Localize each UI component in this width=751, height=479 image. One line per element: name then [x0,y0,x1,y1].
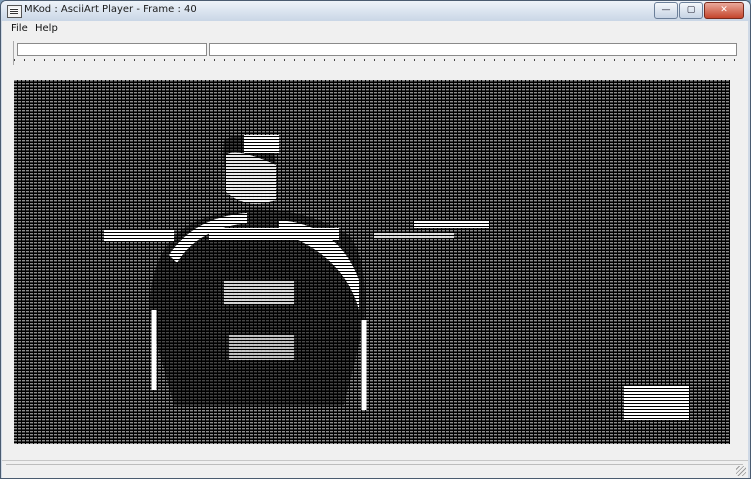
app-icon [7,5,22,18]
maximize-icon: ▢ [686,5,696,15]
status-bar [2,460,748,478]
menu-file[interactable]: File [11,23,28,34]
close-icon: ✕ [720,5,728,15]
minimize-button[interactable]: — [654,2,678,19]
maximize-button[interactable]: ▢ [679,2,703,19]
status-text [6,464,743,476]
right-text-field[interactable] [209,43,737,56]
window-title: MKod : AsciiArt Player - Frame : 40 [24,4,197,15]
display-edge [730,80,736,444]
app-window: MKod : AsciiArt Player - Frame : 40 — ▢ … [0,0,751,479]
close-button[interactable]: ✕ [704,2,744,19]
menu-help[interactable]: Help [35,23,58,34]
ascii-display [14,80,730,444]
menu-bar: File Help [2,21,748,36]
minimize-icon: — [661,5,671,15]
slider-ticks [14,59,736,61]
left-text-field[interactable] [17,43,207,56]
title-bar[interactable]: MKod : AsciiArt Player - Frame : 40 — ▢ … [1,1,750,21]
ascii-frame [14,80,730,444]
window-controls: — ▢ ✕ [653,2,744,19]
resize-grip-icon[interactable] [736,466,746,476]
frame-slider[interactable] [14,56,736,66]
